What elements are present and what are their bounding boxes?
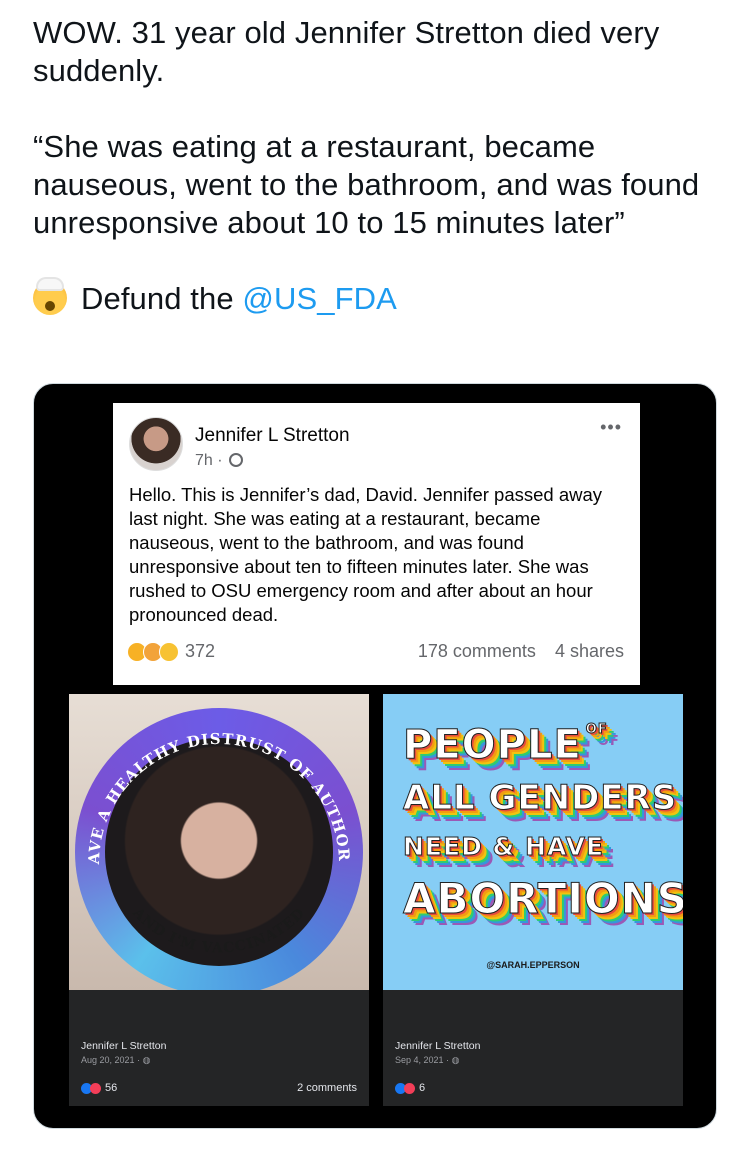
poster: PEOPLE OF ALL GENDERS NEED & HAVE ABORTIO…	[383, 694, 683, 990]
ring-text: I HAVE A HEALTHY DISTRUST OF AUTHORITY A…	[69, 694, 353, 956]
exploding-head-icon	[33, 277, 67, 315]
reaction-count[interactable]: 6	[419, 1082, 425, 1094]
love-reaction-icon	[404, 1082, 415, 1094]
tweet-quote: “She was eating at a restaurant, became …	[33, 129, 700, 240]
profile-photo-post: I HAVE A HEALTHY DISTRUST OF AUTHORITY A…	[69, 694, 369, 1106]
post-date: Sep 4, 2021 · ◍	[395, 1055, 480, 1066]
post-meta: Jennifer L Stretton Sep 4, 2021 · ◍	[395, 1040, 480, 1066]
poster-line-4: ABORTIONS	[402, 874, 683, 924]
post-meta: Jennifer L Stretton Aug 20, 2021 · ◍	[81, 1040, 166, 1066]
tweet-line-1: WOW. 31 year old Jennifer Stretton died …	[33, 15, 660, 88]
wow-reaction-icon	[159, 641, 179, 662]
reaction-count: 372	[185, 641, 216, 661]
reactions-summary[interactable]: 372	[127, 641, 215, 662]
globe-icon: ◍	[451, 1055, 460, 1065]
post-author[interactable]: Jennifer L Stretton	[195, 425, 350, 447]
comments-count[interactable]: 2 comments	[297, 1082, 357, 1094]
poster-word-people: PEOPLE	[403, 722, 582, 769]
facebook-post-card: Jennifer L Stretton 7h · ••• Hello. This…	[113, 403, 640, 685]
globe-icon	[229, 453, 244, 467]
post-date-text: Sep 4, 2021 ·	[395, 1055, 450, 1065]
tweet-text: WOW. 31 year old Jennifer Stretton died …	[33, 14, 723, 318]
love-reaction-icon	[90, 1082, 101, 1094]
post-footer: 56 2 comments	[81, 1082, 357, 1094]
poster-line-2: ALL GENDERS	[402, 778, 678, 819]
poster-line-3: NEED & HAVE	[402, 832, 605, 862]
post-stats: 178 comments 4 shares	[418, 641, 624, 662]
post-time: 7h ·	[195, 452, 244, 470]
tweet-defund-line: Defund the @US_FDA	[33, 277, 723, 318]
comments-count[interactable]: 178 comments	[418, 641, 536, 661]
post-time-text: 7h ·	[195, 452, 223, 469]
profile-frame-image[interactable]: I HAVE A HEALTHY DISTRUST OF AUTHORITY A…	[69, 694, 369, 990]
poster-credit: @SARAH.EPPERSON	[486, 960, 580, 970]
globe-icon: ◍	[142, 1055, 151, 1065]
svg-text:AND I'M VACCINATED: AND I'M VACCINATED	[129, 904, 309, 956]
post-date: Aug 20, 2021 · ◍	[81, 1055, 166, 1066]
ring-bottom-text: AND I'M VACCINATED	[129, 904, 308, 956]
tweet-media[interactable]: Jennifer L Stretton 7h · ••• Hello. This…	[33, 383, 717, 1129]
post-footer: 6	[395, 1082, 671, 1094]
poster-post: PEOPLE OF ALL GENDERS NEED & HAVE ABORTIO…	[383, 694, 683, 1106]
post-body: Hello. This is Jennifer’s dad, David. Je…	[129, 484, 603, 625]
poster-line-1: PEOPLE OF	[403, 722, 608, 769]
poster-image[interactable]: PEOPLE OF ALL GENDERS NEED & HAVE ABORTIO…	[383, 694, 683, 990]
poster-word-of: OF	[585, 722, 608, 738]
defund-text: Defund the	[81, 281, 243, 316]
post-author[interactable]: Jennifer L Stretton	[395, 1040, 480, 1052]
reaction-count[interactable]: 56	[105, 1082, 117, 1094]
svg-text:I HAVE A HEALTHY DISTRUST OF A: I HAVE A HEALTHY DISTRUST OF AUTHORITY	[69, 694, 353, 866]
post-date-text: Aug 20, 2021 ·	[81, 1055, 141, 1065]
avatar[interactable]	[129, 417, 183, 471]
more-options-icon[interactable]: •••	[600, 417, 622, 438]
post-author[interactable]: Jennifer L Stretton	[81, 1040, 166, 1052]
mention-link[interactable]: @US_FDA	[242, 281, 396, 316]
ring-top-text: I HAVE A HEALTHY DISTRUST OF AUTHORITY	[69, 694, 352, 866]
shares-count[interactable]: 4 shares	[555, 641, 624, 661]
